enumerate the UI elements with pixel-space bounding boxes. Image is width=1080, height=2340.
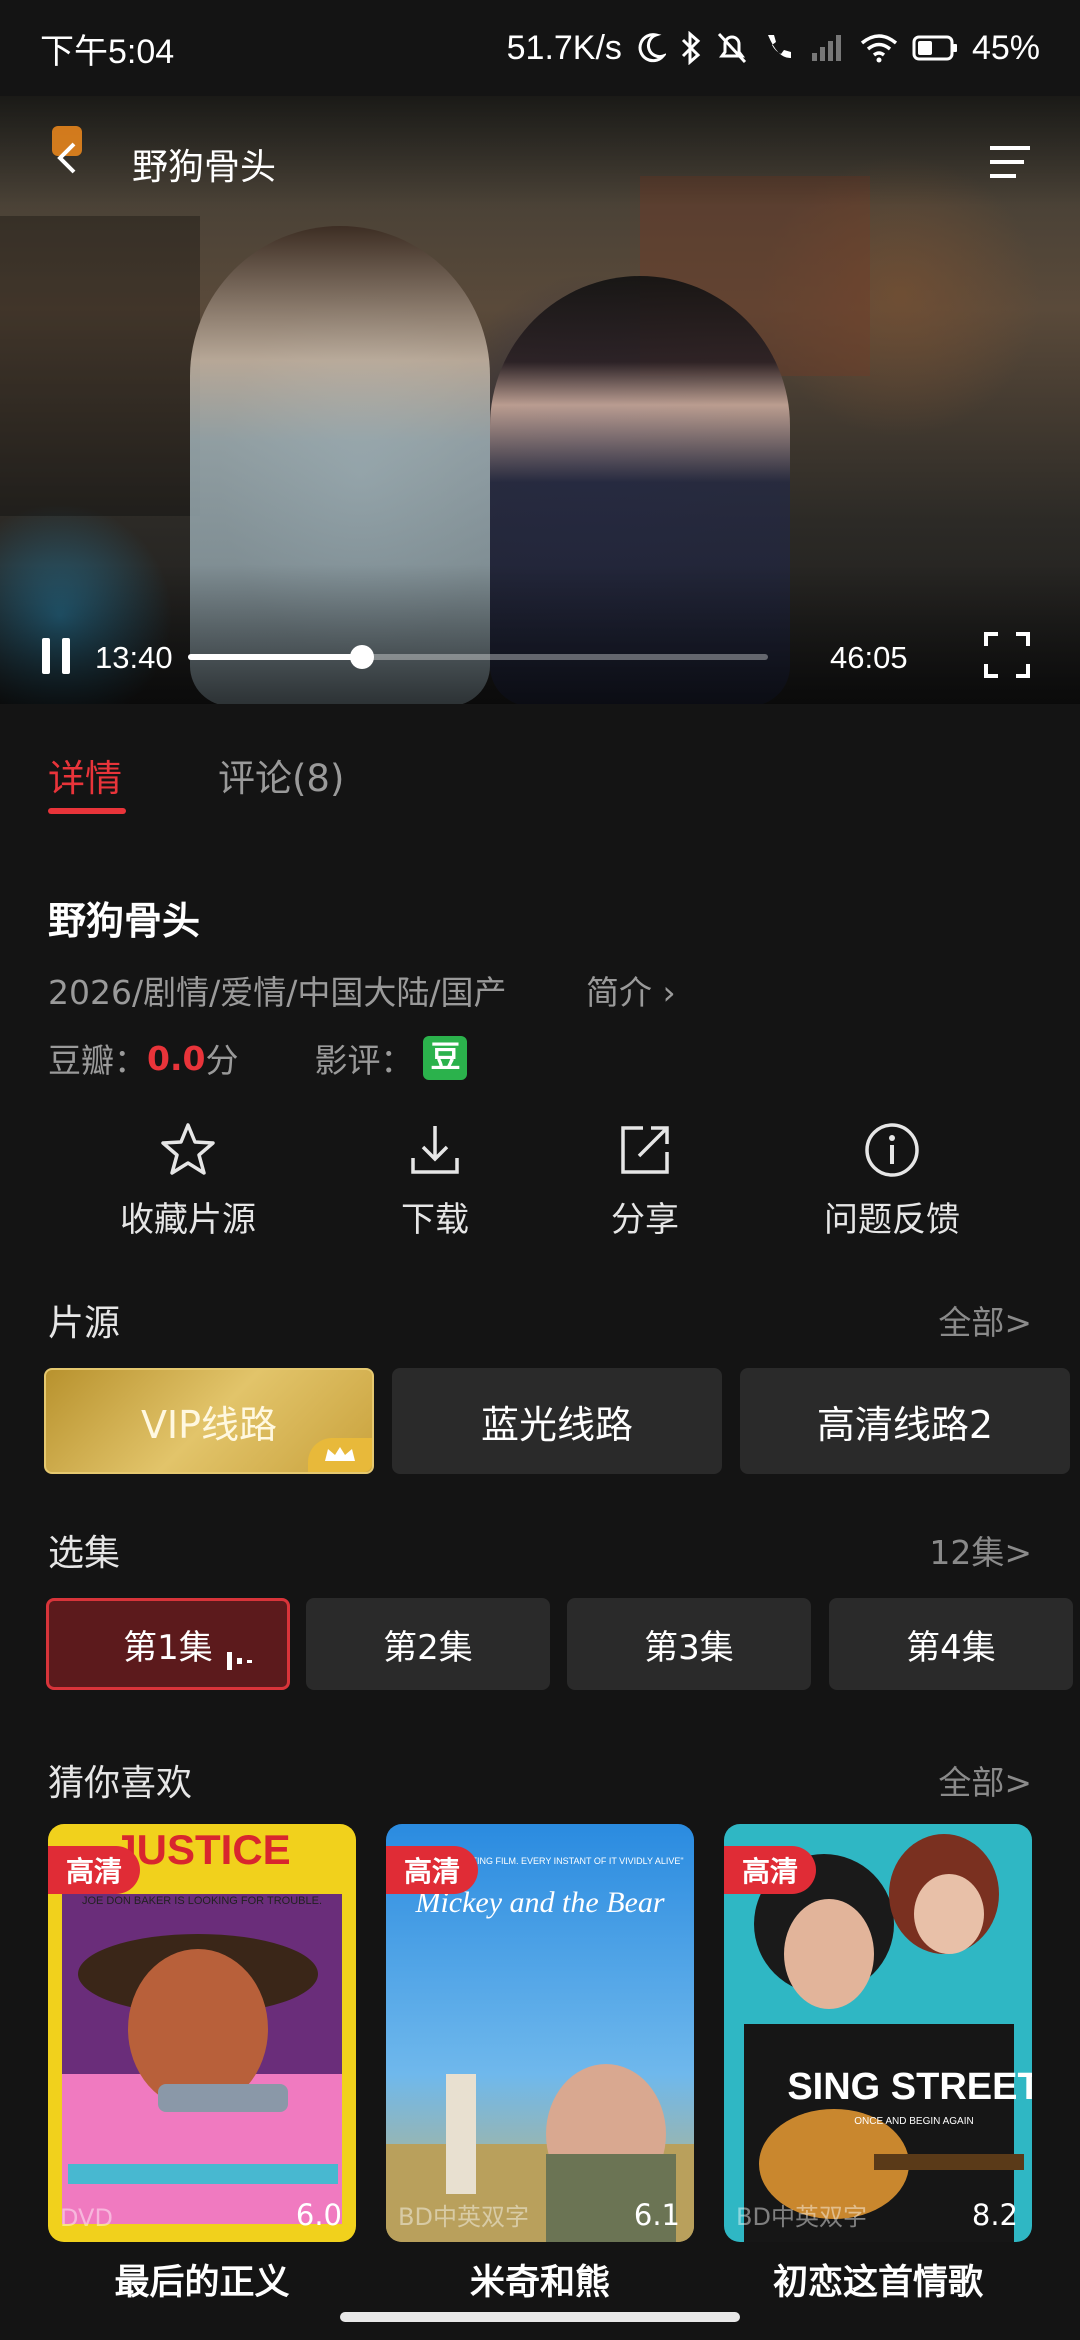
moon-icon	[636, 32, 666, 64]
hd-badge: 高清	[386, 1846, 479, 1894]
progress-fill	[188, 654, 362, 660]
recommendation-card[interactable]: "A SHARP, AFFECTING FILM. EVERY INSTANT …	[386, 1824, 694, 2242]
poster-title-text: SING STREET	[787, 2066, 1032, 2108]
status-icons: 51.7K/s 45%	[507, 29, 1040, 68]
star-icon	[161, 1123, 215, 1175]
poster-tagline-text: ONCE AND BEGIN AGAIN	[854, 2116, 973, 2127]
share-icon	[621, 1126, 669, 1174]
download-icon	[411, 1126, 459, 1174]
card-score: 6.1	[633, 2198, 680, 2232]
tab-active-indicator	[48, 808, 126, 814]
current-time: 13:40	[95, 640, 173, 675]
share-button[interactable]: 分享	[535, 1120, 755, 1241]
crown-icon	[308, 1438, 372, 1472]
source-label: 高清线路2	[816, 1402, 994, 1447]
tab-bar: 详情 评论(8)	[0, 704, 1080, 834]
episode-3-button[interactable]: 第3集	[567, 1598, 811, 1690]
douban-review-badge[interactable]: 豆	[423, 1036, 468, 1080]
intro-link[interactable]: 简介 ›	[586, 966, 676, 1014]
progress-bar[interactable]	[188, 645, 768, 669]
sources-more-link[interactable]: 全部>	[938, 1296, 1032, 1344]
pause-icon[interactable]	[38, 636, 74, 676]
feedback-label: 问题反馈	[824, 1200, 960, 1240]
mute-bell-icon	[716, 31, 748, 65]
source-label: 蓝光线路	[480, 1402, 633, 1447]
battery-percent: 45%	[971, 28, 1040, 67]
quality-tag: BD中英双字	[398, 2203, 529, 2231]
hd-badge: 高清	[48, 1846, 141, 1894]
card-score: 6.0	[295, 2198, 342, 2232]
douban-label: 豆瓣：	[48, 1041, 147, 1080]
source-bluray-button[interactable]: 蓝光线路	[392, 1368, 722, 1474]
episodes-title: 选集	[48, 1533, 121, 1574]
source-vip-button[interactable]: VIP线路	[44, 1368, 374, 1474]
now-playing-icon	[225, 1641, 259, 1681]
status-bar: 下午5:04 51.7K/s 45%	[0, 0, 1080, 96]
favorite-button[interactable]: 收藏片源	[78, 1120, 298, 1241]
episode-2-button[interactable]: 第2集	[306, 1598, 550, 1690]
episode-4-button[interactable]: 第4集	[829, 1598, 1073, 1690]
card-score: 8.2	[971, 2198, 1018, 2232]
episode-label: 第4集	[906, 1627, 996, 1668]
video-player[interactable]: 野狗骨头 13:40 46:05	[0, 96, 1080, 704]
signal-icon	[810, 33, 846, 63]
episode-label: 第3集	[644, 1627, 734, 1668]
douban-unit: 分	[205, 1041, 239, 1080]
progress-thumb[interactable]	[350, 645, 374, 669]
source-label: VIP线路	[140, 1402, 278, 1447]
battery-icon	[912, 35, 958, 61]
menu-icon[interactable]	[988, 142, 1032, 182]
network-speed: 51.7K/s	[506, 28, 622, 67]
video-bottom-shade	[0, 564, 1080, 704]
action-row: 收藏片源 下载 分享 问题反馈	[0, 1120, 1080, 1250]
tab-comments[interactable]: 评论(8)	[218, 748, 344, 802]
rating-line: 豆瓣： 0.0 分 影评： 豆	[48, 1034, 468, 1082]
home-indicator[interactable]	[340, 2312, 740, 2322]
download-button[interactable]: 下载	[325, 1120, 545, 1241]
source-hd2-button[interactable]: 高清线路2	[740, 1368, 1070, 1474]
bluetooth-icon	[680, 31, 702, 65]
info-icon	[865, 1123, 919, 1177]
call-icon	[762, 31, 796, 65]
tab-details[interactable]: 详情	[48, 748, 122, 802]
show-title: 野狗骨头	[48, 899, 201, 943]
episode-label: 第1集	[123, 1627, 213, 1668]
episode-1-button[interactable]: 第1集	[46, 1598, 290, 1690]
share-label: 分享	[611, 1200, 679, 1240]
quality-tag: BD中英双字	[736, 2203, 867, 2231]
recommendations-more-link[interactable]: 全部>	[938, 1756, 1032, 1804]
poster-tagline-text: JOE DON BAKER IS LOOKING FOR TROUBLE.	[82, 1895, 322, 1907]
sources-title: 片源	[48, 1303, 121, 1344]
recommendation-card[interactable]: JUSTICE JOE DON BAKER IS LOOKING FOR TRO…	[48, 1824, 356, 2242]
wifi-icon	[860, 33, 898, 63]
recommendation-card[interactable]: SING STREET ONCE AND BEGIN AGAIN 高清 BD中英…	[724, 1824, 1032, 2242]
favorite-label: 收藏片源	[120, 1200, 256, 1240]
show-meta: 2026/剧情/爱情/中国大陆/国产	[48, 973, 507, 1012]
quality-tag: DVD	[60, 2204, 113, 2232]
back-arrow-icon[interactable]	[50, 138, 90, 178]
douban-score: 0.0	[147, 1038, 206, 1078]
download-label: 下载	[401, 1200, 469, 1240]
duration: 46:05	[830, 640, 908, 675]
poster-title-text: JUSTICE	[113, 1826, 290, 1873]
scene-background	[0, 216, 200, 516]
fullscreen-icon[interactable]	[982, 630, 1032, 680]
episodes-more-link[interactable]: 12集>	[929, 1526, 1032, 1574]
hd-badge: 高清	[724, 1846, 817, 1894]
review-label: 影评：	[314, 1041, 414, 1080]
status-time: 下午5:04	[40, 32, 175, 71]
video-title: 野狗骨头	[132, 147, 277, 188]
recommendations-title: 猜你喜欢	[48, 1763, 193, 1804]
episode-label: 第2集	[383, 1627, 473, 1668]
feedback-button[interactable]: 问题反馈	[782, 1120, 1002, 1241]
